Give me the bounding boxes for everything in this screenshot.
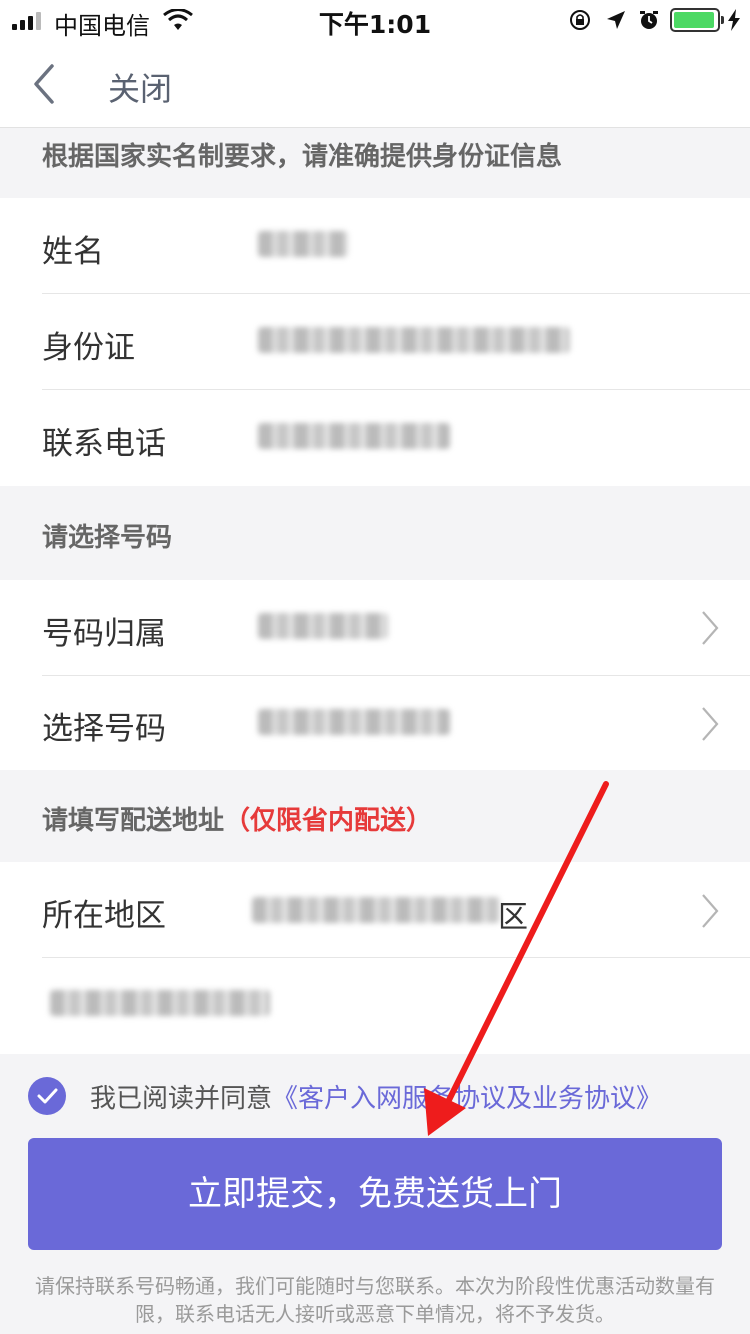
agreement-prefix: 我已阅读并同意: [90, 1084, 273, 1114]
number-section-header: 请选择号码: [0, 486, 750, 580]
location-icon: [607, 11, 625, 29]
select-number-label: 选择号码: [42, 711, 166, 747]
battery-icon: [670, 8, 724, 32]
select-number-value-redacted: [258, 709, 450, 735]
region-label: 所在地区: [42, 898, 166, 934]
agreement-text: 我已阅读并同意《客户入网服务协议及业务协议》: [90, 1078, 662, 1115]
delivery-header-text: 请填写配送地址（仅限省内配送）: [42, 800, 432, 837]
footer-note: 请保持联系号码畅通，我们可能随时与您联系。本次为阶段性优惠活动数量有限，联系电话…: [35, 1274, 715, 1326]
number-region-value-redacted: [258, 613, 388, 639]
region-value-redacted: [252, 897, 500, 923]
id-card-label: 身份证: [42, 330, 135, 366]
chevron-right-icon: [702, 894, 719, 928]
agreement-checkbox[interactable]: [28, 1077, 66, 1115]
agreement-row: 我已阅读并同意《客户入网服务协议及业务协议》: [0, 1055, 750, 1135]
charging-icon: [728, 9, 740, 31]
number-header-text: 请选择号码: [42, 523, 173, 553]
region-suffix: 区: [498, 900, 528, 935]
checkmark-icon: [37, 1088, 58, 1104]
close-button[interactable]: 关闭: [108, 64, 172, 110]
address-row[interactable]: [0, 958, 750, 1054]
identity-section-header: 根据国家实名制要求，请准确提供身份证信息: [0, 128, 750, 198]
id-card-value-redacted: [258, 327, 570, 353]
region-row[interactable]: 所在地区 区: [0, 862, 750, 958]
rotation-lock-icon: [570, 10, 590, 30]
number-region-row[interactable]: 号码归属: [0, 580, 750, 676]
chevron-right-icon: [702, 611, 719, 645]
name-row[interactable]: 姓名: [0, 198, 750, 294]
delivery-header-main: 请填写配送地址: [42, 806, 225, 836]
chevron-left-icon[interactable]: [28, 62, 62, 106]
name-value-redacted: [258, 231, 348, 257]
address-value-redacted: [50, 990, 270, 1016]
phone-value-redacted: [258, 423, 450, 449]
select-number-row[interactable]: 选择号码: [0, 676, 750, 770]
submit-button[interactable]: 立即提交，免费送货上门: [28, 1138, 722, 1250]
delivery-header-note: （仅限省内配送）: [224, 806, 433, 836]
name-label: 姓名: [42, 234, 104, 270]
id-card-row[interactable]: 身份证: [0, 294, 750, 390]
alarm-icon: [640, 11, 658, 29]
navigation-bar: 关闭: [0, 40, 750, 128]
phone-label: 联系电话: [42, 426, 166, 462]
delivery-section-header: 请填写配送地址（仅限省内配送）: [0, 770, 750, 862]
chevron-right-icon: [702, 707, 719, 741]
number-region-label: 号码归属: [42, 616, 166, 652]
identity-header-text: 根据国家实名制要求，请准确提供身份证信息: [42, 142, 563, 172]
status-bar: 中国电信 下午1:01: [0, 0, 750, 40]
agreement-link[interactable]: 《客户入网服务协议及业务协议》: [272, 1084, 662, 1114]
phone-row[interactable]: 联系电话: [0, 390, 750, 486]
